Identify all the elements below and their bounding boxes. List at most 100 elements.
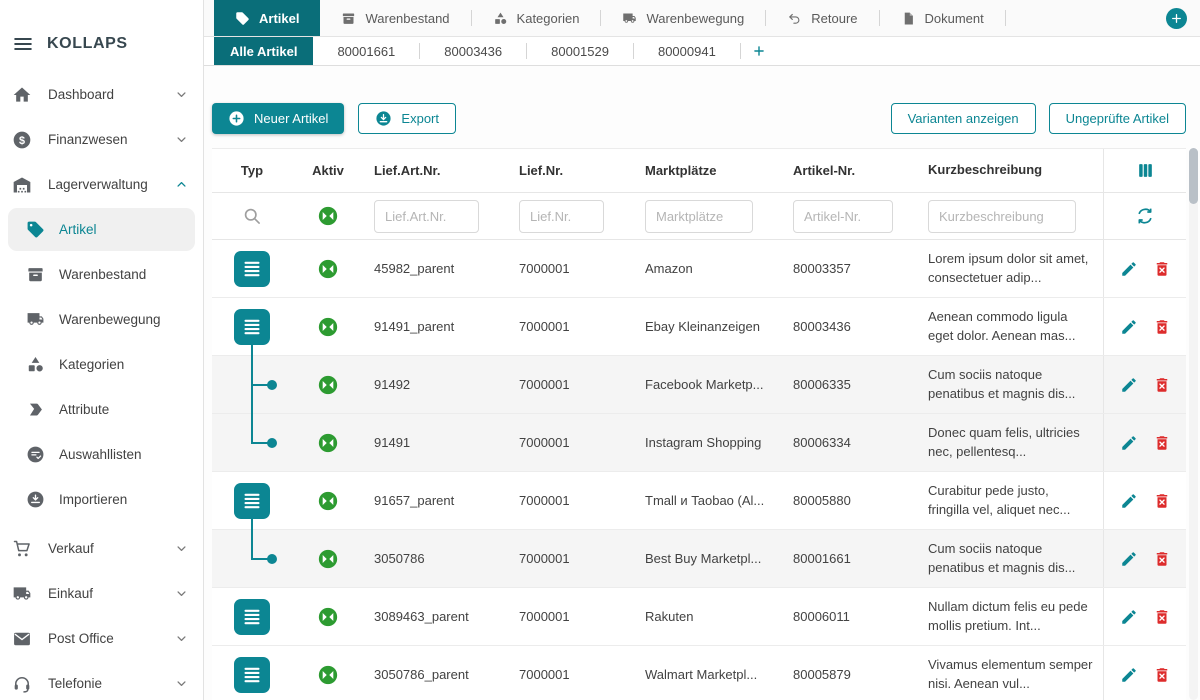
- toolbar-left: Neuer Artikel Export: [212, 103, 456, 134]
- variant-list-button[interactable]: [234, 483, 270, 519]
- columns-icon[interactable]: [1136, 161, 1155, 180]
- subtab-article[interactable]: 80003436: [420, 37, 526, 65]
- lief-art-nr-value: 3050786: [364, 551, 509, 566]
- marktplaetze-filter-input[interactable]: [645, 200, 753, 233]
- col-header-typ[interactable]: Typ: [212, 149, 292, 192]
- edit-button[interactable]: [1120, 492, 1138, 510]
- kurzbeschreibung-value: Lorem ipsum dolor sit amet, consectetuer…: [918, 250, 1103, 288]
- col-header-artikel-nr[interactable]: Artikel-Nr.: [783, 163, 918, 178]
- subtab-article[interactable]: 80001661: [313, 37, 419, 65]
- artikel-nr-value: 80003357: [783, 261, 918, 276]
- table-row[interactable]: 3050786 7000001 Best Buy Marketpl... 800…: [212, 530, 1186, 588]
- type-cell: [212, 414, 292, 471]
- row-actions: [1103, 298, 1186, 355]
- marktplatz-value: Facebook Marketp...: [635, 377, 783, 392]
- col-header-lief-nr[interactable]: Lief.Nr.: [509, 163, 635, 178]
- edit-button[interactable]: [1120, 376, 1138, 394]
- delete-button[interactable]: [1153, 260, 1171, 278]
- tab-retoure[interactable]: Retoure: [766, 0, 878, 36]
- tab-kategorien[interactable]: Kategorien: [472, 0, 601, 36]
- chevron-up-icon: [174, 177, 189, 192]
- article-subtabbar: Alle Artikel 80001661 80003436 80001529 …: [204, 37, 1200, 66]
- lief-nr-filter-input[interactable]: [519, 200, 604, 233]
- subtab-article[interactable]: 80000941: [634, 37, 740, 65]
- marktplatz-value: Walmart Marketpl...: [635, 667, 783, 682]
- unverified-articles-button[interactable]: Ungeprüfte Artikel: [1049, 103, 1186, 134]
- add-tab-button[interactable]: [1166, 8, 1187, 29]
- type-cell: [212, 240, 292, 297]
- marktplatz-value: Rakuten: [635, 609, 783, 624]
- table-row[interactable]: 91491_parent 7000001 Ebay Kleinanzeigen …: [212, 298, 1186, 356]
- active-cell: [292, 374, 364, 396]
- col-header-kurzbeschreibung[interactable]: Kurzbeschreibung: [918, 161, 1103, 180]
- artikel-nr-filter-input[interactable]: [793, 200, 893, 233]
- table-row[interactable]: 91492 7000001 Facebook Marketp... 800063…: [212, 356, 1186, 414]
- tab-warenbewegung[interactable]: Warenbewegung: [601, 0, 765, 36]
- delete-button[interactable]: [1153, 318, 1171, 336]
- edit-button[interactable]: [1120, 318, 1138, 336]
- add-article-tab-button[interactable]: [741, 37, 777, 65]
- tab-warenbestand[interactable]: Warenbestand: [320, 0, 470, 36]
- table-row[interactable]: 3089463_parent 7000001 Rakuten 80006011 …: [212, 588, 1186, 646]
- variant-list-button[interactable]: [234, 251, 270, 287]
- lief-art-nr-value: 91492: [364, 377, 509, 392]
- search-icon[interactable]: [242, 206, 262, 226]
- delete-button[interactable]: [1153, 492, 1171, 510]
- filter-typ: [212, 193, 292, 239]
- delete-button[interactable]: [1153, 550, 1171, 568]
- variant-list-button[interactable]: [234, 309, 270, 345]
- type-cell: [212, 588, 292, 645]
- edit-button[interactable]: [1120, 666, 1138, 684]
- edit-button[interactable]: [1120, 608, 1138, 626]
- refresh-icon[interactable]: [1135, 206, 1155, 226]
- delete-button[interactable]: [1153, 434, 1171, 452]
- lief-nr-value: 7000001: [509, 609, 635, 624]
- lief-art-nr-filter-input[interactable]: [374, 200, 479, 233]
- tree-connector-dot: [267, 554, 277, 564]
- lief-art-nr-value: 91491_parent: [364, 319, 509, 334]
- variant-list-button[interactable]: [234, 599, 270, 635]
- active-status-icon: [317, 606, 339, 628]
- subtab-article[interactable]: 80001529: [527, 37, 633, 65]
- kurzbeschreibung-filter-input[interactable]: [928, 200, 1076, 233]
- delete-button[interactable]: [1153, 376, 1171, 394]
- delete-button[interactable]: [1153, 608, 1171, 626]
- content-area: Neuer Artikel Export Varianten anzeigen …: [204, 66, 1200, 700]
- col-header-marktplaetze[interactable]: Marktplätze: [635, 163, 783, 178]
- show-variants-button[interactable]: Varianten anzeigen: [891, 103, 1036, 134]
- active-cell: [292, 490, 364, 512]
- download-circle-icon: [375, 110, 392, 127]
- type-cell: [212, 530, 292, 587]
- tree-connector-dot: [267, 438, 277, 448]
- type-cell: [212, 298, 292, 355]
- scrollbar-thumb[interactable]: [1189, 148, 1198, 204]
- tab-label: Kategorien: [517, 11, 580, 26]
- filter-cell: [509, 200, 635, 233]
- vertical-scrollbar[interactable]: [1189, 148, 1198, 700]
- table-row[interactable]: 91657_parent 7000001 Tmall и Taobao (Al.…: [212, 472, 1186, 530]
- tab-dokument[interactable]: Dokument: [880, 0, 1005, 36]
- active-status-icon: [317, 548, 339, 570]
- edit-button[interactable]: [1120, 260, 1138, 278]
- new-article-button[interactable]: Neuer Artikel: [212, 103, 344, 134]
- table-row[interactable]: 45982_parent 7000001 Amazon 80003357 Lor…: [212, 240, 1186, 298]
- delete-button[interactable]: [1153, 666, 1171, 684]
- export-button[interactable]: Export: [358, 103, 456, 134]
- tab-artikel[interactable]: Artikel: [214, 0, 320, 36]
- table-row[interactable]: 3050786_parent 7000001 Walmart Marketpl.…: [212, 646, 1186, 700]
- artikel-nr-value: 80006334: [783, 435, 918, 450]
- col-header-lief-art-nr[interactable]: Lief.Art.Nr.: [364, 163, 509, 178]
- col-header-aktiv[interactable]: Aktiv: [292, 163, 364, 178]
- tab-separator: [1005, 10, 1006, 26]
- active-status-icon: [317, 258, 339, 280]
- inventory-box-icon: [341, 11, 356, 26]
- active-status-icon: [317, 432, 339, 454]
- active-filter-icon[interactable]: [317, 205, 339, 227]
- subtab-alle-artikel[interactable]: Alle Artikel: [214, 37, 313, 65]
- variant-list-button[interactable]: [234, 657, 270, 693]
- edit-button[interactable]: [1120, 434, 1138, 452]
- edit-button[interactable]: [1120, 550, 1138, 568]
- table-row[interactable]: 91491 7000001 Instagram Shopping 8000633…: [212, 414, 1186, 472]
- artikel-nr-value: 80003436: [783, 319, 918, 334]
- tree-connector-line: [251, 530, 253, 559]
